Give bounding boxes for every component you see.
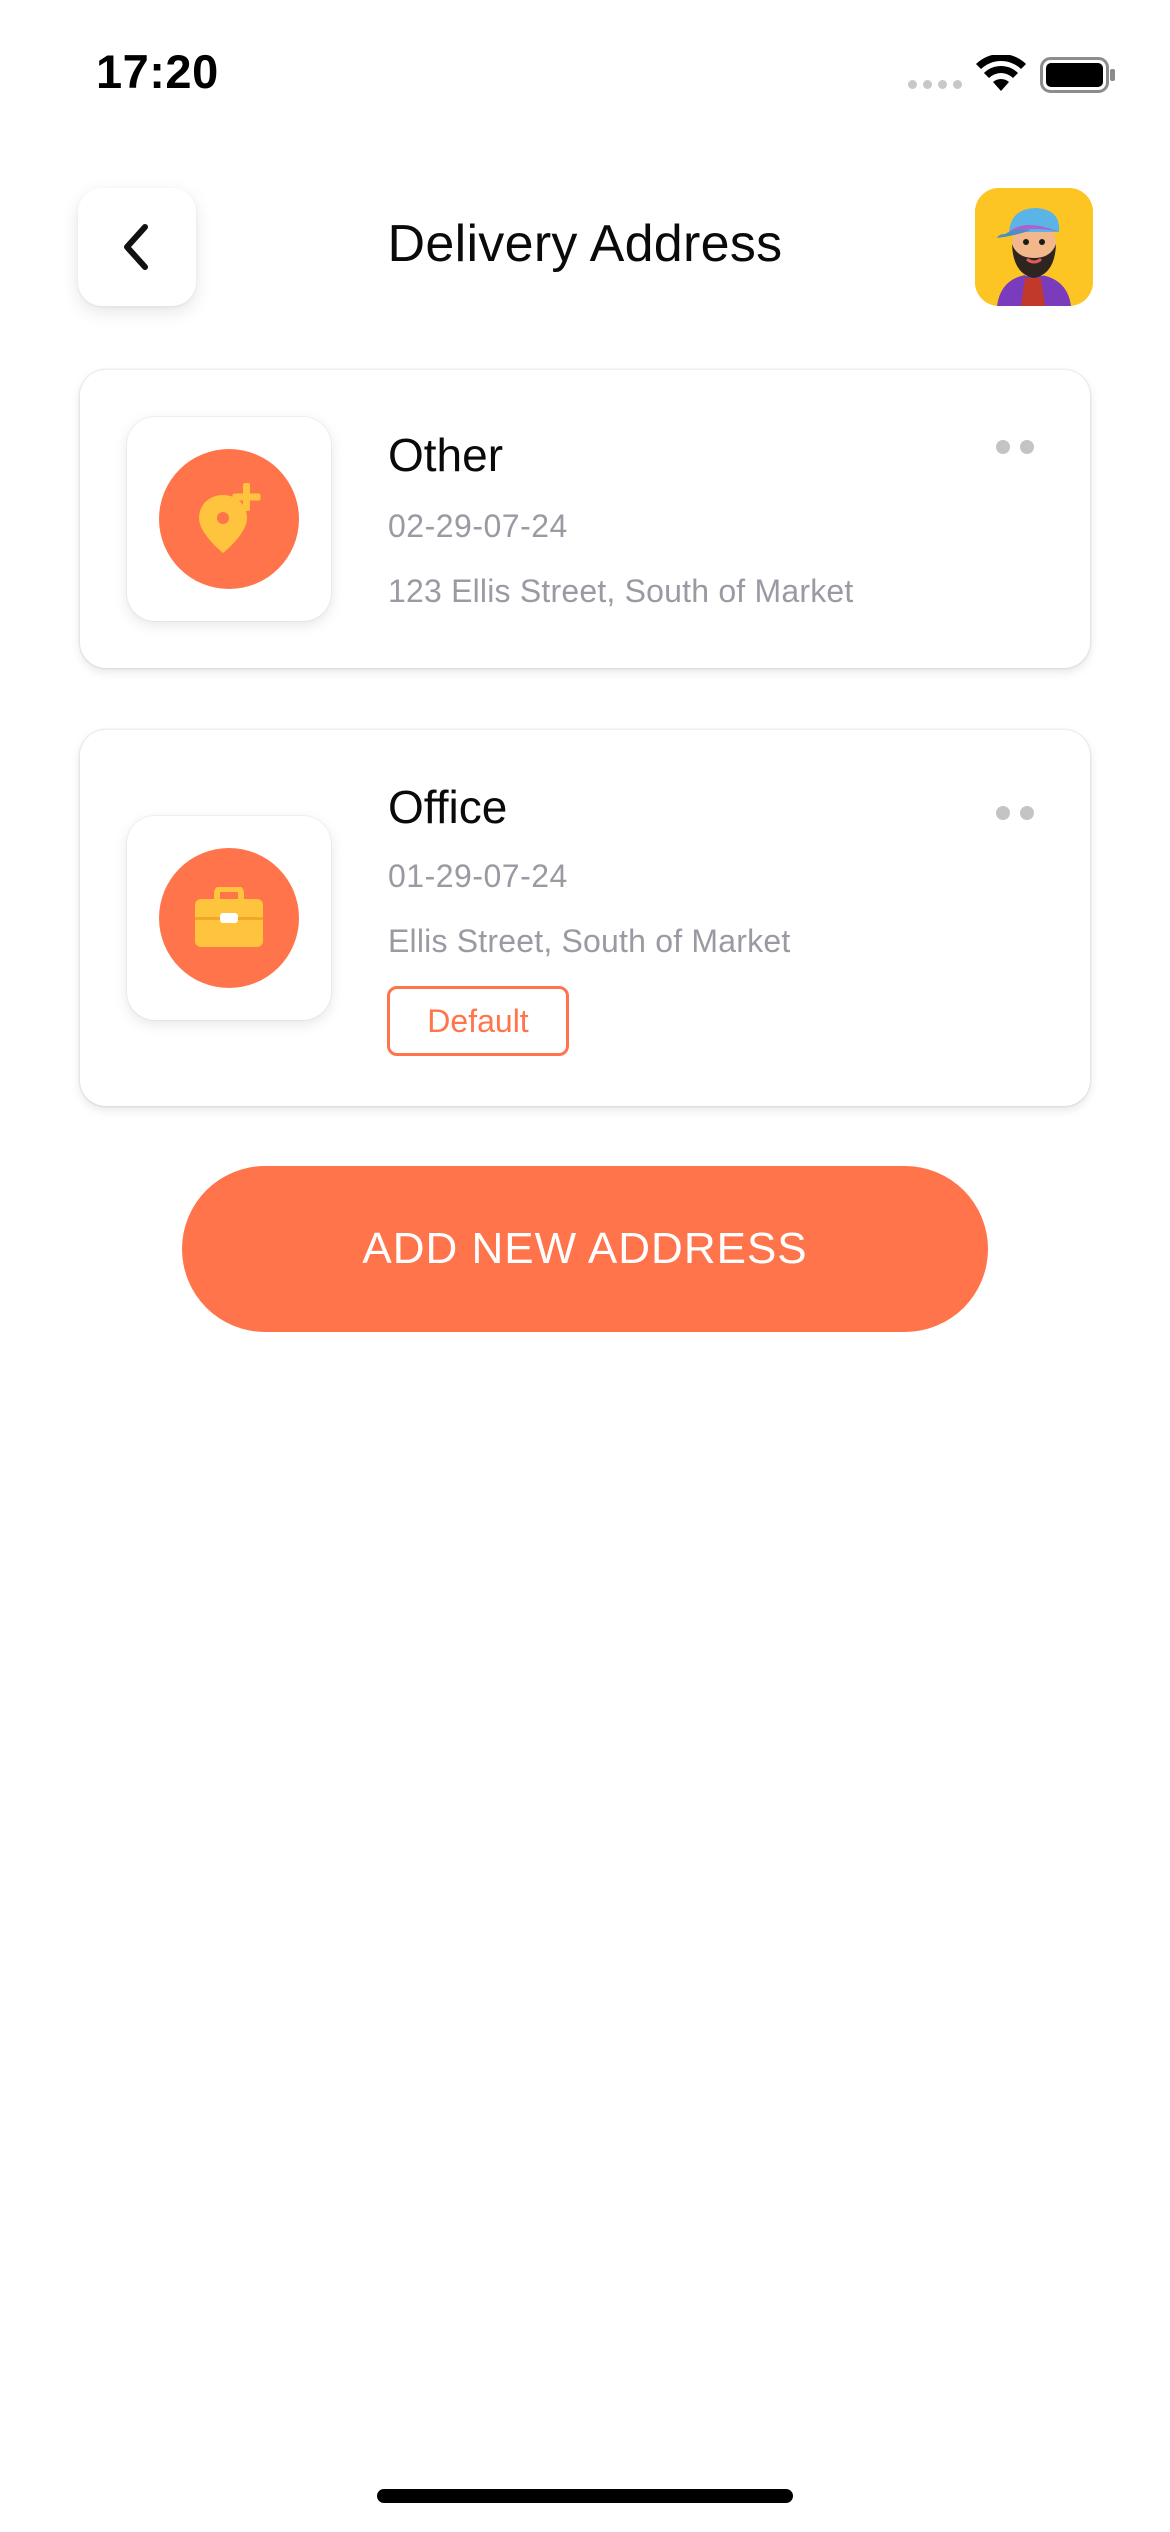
address-card[interactable]: Office 01-29-07-24 Ellis Street, South o… <box>80 730 1090 1106</box>
wifi-icon <box>976 55 1026 91</box>
address-icon-tile <box>127 816 331 1020</box>
more-options-icon[interactable] <box>990 434 1040 460</box>
address-name: Other <box>388 429 504 481</box>
address-code: 02-29-07-24 <box>388 508 568 544</box>
address-name: Office <box>388 781 508 833</box>
address-icon-circle <box>159 848 299 988</box>
avatar[interactable] <box>975 188 1093 306</box>
address-card[interactable]: Other 02-29-07-24 123 Ellis Street, Sout… <box>80 370 1090 668</box>
home-indicator[interactable] <box>377 2489 793 2503</box>
battery-icon <box>1040 57 1115 93</box>
add-new-address-button[interactable]: ADD NEW ADDRESS <box>182 1166 988 1332</box>
cellular-signal-icon <box>908 80 962 89</box>
address-icon-tile <box>127 417 331 621</box>
location-pin-add-icon <box>199 483 261 553</box>
briefcase-icon <box>195 887 263 947</box>
address-icon-circle <box>159 449 299 589</box>
more-options-icon[interactable] <box>990 800 1040 826</box>
address-street: Ellis Street, South of Market <box>388 923 791 959</box>
status-bar: 17:20 <box>0 0 1170 150</box>
address-street: 123 Ellis Street, South of Market <box>388 573 854 609</box>
default-badge: Default <box>387 986 569 1056</box>
bearded-man-avatar-icon <box>975 188 1093 306</box>
delivery-address-screen: 17:20 Delivery Address Other 02-29-07-24… <box>0 0 1170 2532</box>
status-time: 17:20 <box>96 45 219 98</box>
address-code: 01-29-07-24 <box>388 858 568 894</box>
